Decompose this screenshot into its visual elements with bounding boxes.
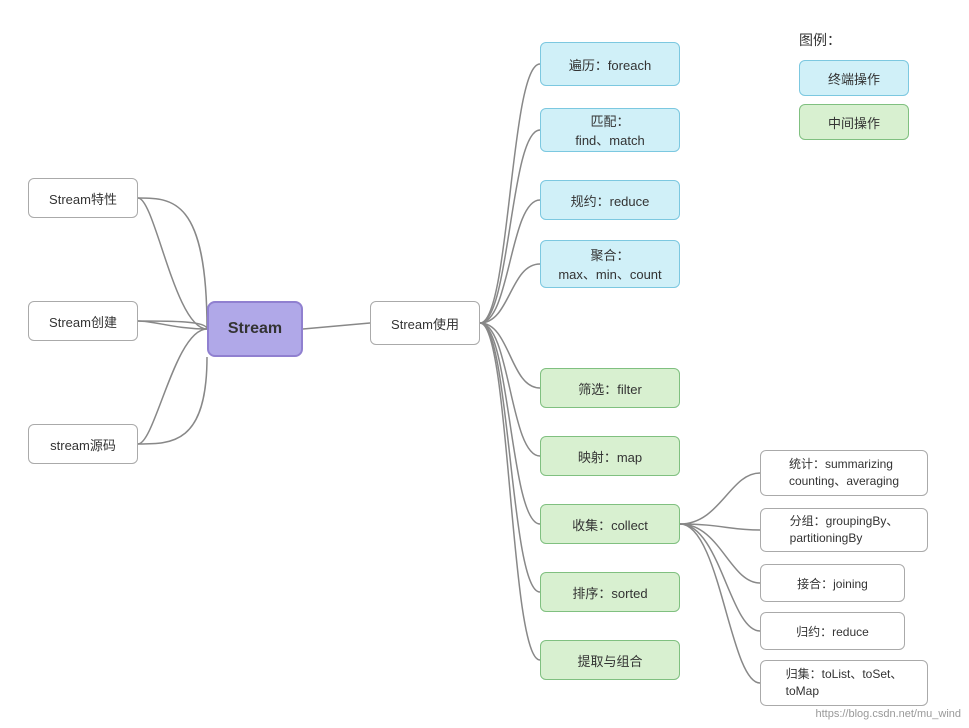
node-reduce: 规约：reduce	[540, 180, 680, 220]
node-sorted: 排序：sorted	[540, 572, 680, 612]
node-foreach: 遍历：foreach	[540, 42, 680, 86]
node-filter: 筛选：filter	[540, 368, 680, 408]
node-map: 映射：map	[540, 436, 680, 476]
node-collect: 收集：collect	[540, 504, 680, 544]
node-summarizing: 统计：summarizing counting、averaging	[760, 450, 928, 496]
node-joining: 接合：joining	[760, 564, 905, 602]
canvas: Stream特性 Stream创建 stream源码 Stream Stream…	[0, 0, 969, 728]
center-node-stream: Stream	[207, 301, 303, 357]
node-stream-source: stream源码	[28, 424, 138, 464]
node-extract-combine: 提取与组合	[540, 640, 680, 680]
legend-title: 图例：	[799, 30, 909, 50]
node-grouping: 分组：groupingBy、 partitioningBy	[760, 508, 928, 552]
node-stream-use: Stream使用	[370, 301, 480, 345]
node-stream-create: Stream创建	[28, 301, 138, 341]
node-sub-reduce: 归约：reduce	[760, 612, 905, 650]
legend-intermediate: 中间操作	[799, 104, 909, 140]
node-stream-features: Stream特性	[28, 178, 138, 218]
node-tolist-toset: 归集：toList、toSet、 toMap	[760, 660, 928, 706]
watermark: https://blog.csdn.net/mu_wind	[815, 708, 961, 720]
legend-terminal: 终端操作	[799, 60, 909, 96]
legend: 图例： 终端操作 中间操作	[799, 30, 909, 148]
node-aggregate: 聚合： max、min、count	[540, 240, 680, 288]
node-find-match: 匹配： find、match	[540, 108, 680, 152]
